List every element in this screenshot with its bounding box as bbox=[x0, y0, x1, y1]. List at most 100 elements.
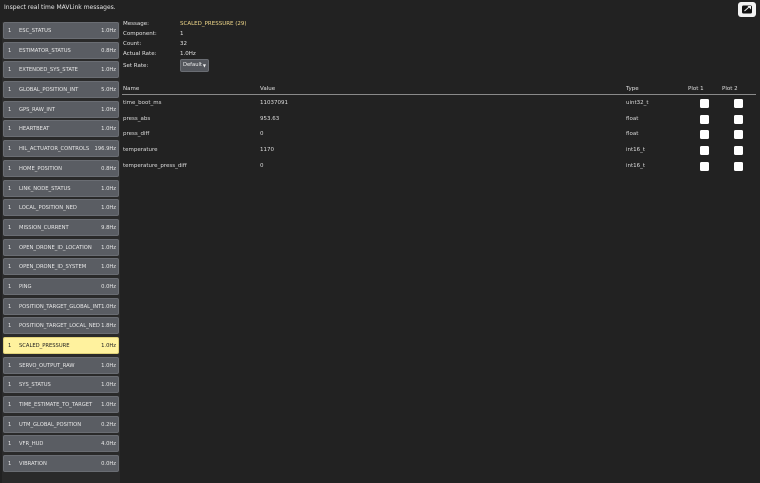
field-name: press_abs bbox=[123, 115, 151, 122]
field-type: uint32_t bbox=[626, 100, 649, 106]
plot2-checkbox[interactable] bbox=[734, 161, 743, 171]
message-name: POSITION_TARGET_GLOBAL_INT bbox=[19, 303, 102, 310]
table-header-divider bbox=[122, 94, 756, 95]
message-name: HIL_ACTUATOR_CONTROLS bbox=[19, 146, 90, 153]
component-label: Component: bbox=[123, 31, 157, 37]
plot1-checkbox[interactable] bbox=[700, 146, 709, 156]
field-value: 0 bbox=[260, 162, 264, 169]
message-name: VFR_HUD bbox=[19, 441, 44, 448]
message-button[interactable]: 1 LINK_NODE_STATUS 1.0Hz bbox=[3, 179, 119, 197]
message-value: SCALED_PRESSURE (29) bbox=[180, 21, 247, 27]
plot2-checkbox[interactable] bbox=[734, 99, 743, 108]
message-component-id: 1 bbox=[8, 67, 12, 74]
column-header-plot1: Plot 1 bbox=[688, 86, 704, 92]
message-rate: 1.0Hz bbox=[101, 244, 116, 251]
message-name: OPEN_DRONE_ID_LOCATION bbox=[19, 244, 92, 251]
message-component-id: 1 bbox=[8, 303, 12, 310]
message-component-id: 1 bbox=[8, 185, 12, 192]
column-header-name: Name bbox=[123, 86, 140, 92]
message-component-id: 1 bbox=[8, 382, 12, 389]
message-name: EXTENDED_SYS_STATE bbox=[19, 67, 78, 74]
message-rate: 196.9Hz bbox=[94, 146, 116, 153]
message-button[interactable]: 1 LOCAL_POSITION_NED 1.0Hz bbox=[3, 199, 119, 217]
message-rate: 1.0Hz bbox=[101, 362, 116, 369]
message-button[interactable]: 1 OPEN_DRONE_ID_LOCATION 1.0Hz bbox=[3, 238, 119, 256]
message-button[interactable]: 1 TIME_ESTIMATE_TO_TARGET 1.0Hz bbox=[3, 396, 119, 414]
message-name: TIME_ESTIMATE_TO_TARGET bbox=[19, 402, 93, 409]
message-component-id: 1 bbox=[8, 224, 12, 231]
plot1-checkbox[interactable] bbox=[700, 114, 709, 124]
message-name: OPEN_DRONE_ID_SYSTEM bbox=[19, 264, 87, 271]
message-rate: 1.0Hz bbox=[101, 106, 116, 113]
field-value: 11037091 bbox=[260, 100, 288, 106]
message-button[interactable]: 1 ESTIMATOR_STATUS 0.8Hz bbox=[3, 41, 119, 59]
message-rate: 0.2Hz bbox=[101, 421, 116, 428]
plot2-checkbox[interactable] bbox=[734, 114, 743, 124]
message-component-id: 1 bbox=[8, 264, 12, 271]
message-component-id: 1 bbox=[8, 343, 12, 349]
message-button[interactable]: 1 SCALED_PRESSURE 1.0Hz bbox=[3, 337, 119, 354]
plot1-checkbox[interactable] bbox=[700, 130, 709, 140]
message-button[interactable]: 1 HIL_ACTUATOR_CONTROLS 196.9Hz bbox=[3, 140, 119, 158]
message-button[interactable]: 1 HEARTBEAT 1.0Hz bbox=[3, 120, 119, 138]
table-row: temperature 1170 int16_t bbox=[122, 144, 756, 158]
set-rate-dropdown[interactable]: Default ▼ bbox=[180, 59, 209, 72]
message-rate: 0.8Hz bbox=[101, 165, 116, 172]
message-button[interactable]: 1 POSITION_TARGET_GLOBAL_INT 1.0Hz bbox=[3, 297, 119, 315]
component-value: 1 bbox=[180, 31, 184, 37]
message-button[interactable]: 1 SERVO_OUTPUT_RAW 1.0Hz bbox=[3, 356, 119, 374]
message-label: Message: bbox=[123, 21, 149, 27]
detach-button[interactable] bbox=[738, 2, 756, 17]
message-component-id: 1 bbox=[8, 87, 12, 94]
message-button[interactable]: 1 EXTENDED_SYS_STATE 1.0Hz bbox=[3, 61, 119, 79]
message-button[interactable]: 1 SYS_STATUS 1.0Hz bbox=[3, 376, 119, 394]
message-name: VIBRATION bbox=[19, 461, 47, 468]
message-component-id: 1 bbox=[8, 106, 12, 113]
message-rate: 0.0Hz bbox=[101, 461, 116, 468]
message-button[interactable]: 1 ESC_STATUS 1.0Hz bbox=[3, 22, 119, 39]
field-value: 0 bbox=[260, 131, 264, 138]
field-type: float bbox=[626, 115, 639, 122]
message-name: POSITION_TARGET_LOCAL_NED bbox=[19, 323, 100, 330]
plot1-checkbox[interactable] bbox=[700, 161, 709, 171]
message-name: GLOBAL_POSITION_INT bbox=[19, 87, 79, 94]
chevron-down-icon: ▼ bbox=[202, 63, 206, 68]
message-button[interactable]: 1 MISSION_CURRENT 9.8Hz bbox=[3, 218, 119, 236]
field-name: temperature bbox=[123, 147, 158, 154]
message-component-id: 1 bbox=[8, 362, 12, 369]
message-name: UTM_GLOBAL_POSITION bbox=[19, 421, 82, 428]
message-list[interactable]: 1 ESC_STATUS 1.0Hz 1 ESTIMATOR_STATUS 0.8Hz 1 E… bbox=[2, 22, 120, 483]
message-rate: 0.8Hz bbox=[101, 47, 116, 54]
message-rate: 1.0Hz bbox=[101, 185, 116, 192]
message-button[interactable]: 1 GPS_RAW_INT 1.0Hz bbox=[3, 100, 119, 118]
field-name: temperature_press_diff bbox=[123, 162, 187, 169]
message-component-id: 1 bbox=[8, 126, 12, 133]
plot2-checkbox[interactable] bbox=[734, 146, 743, 156]
message-button[interactable]: 1 UTM_GLOBAL_POSITION 0.2Hz bbox=[3, 415, 119, 433]
message-component-id: 1 bbox=[8, 205, 12, 212]
message-button[interactable]: 1 VFR_HUD 4.0Hz bbox=[3, 435, 119, 453]
message-button[interactable]: 1 POSITION_TARGET_LOCAL_NED 1.8Hz bbox=[3, 317, 119, 335]
message-name: SCALED_PRESSURE bbox=[19, 343, 70, 349]
set-rate-label: Set Rate: bbox=[123, 63, 149, 69]
column-header-type: Type bbox=[626, 86, 639, 92]
message-name: ESTIMATOR_STATUS bbox=[19, 47, 71, 54]
plot2-checkbox[interactable] bbox=[734, 130, 743, 140]
message-button[interactable]: 1 OPEN_DRONE_ID_SYSTEM 1.0Hz bbox=[3, 258, 119, 276]
message-button[interactable]: 1 VIBRATION 0.0Hz bbox=[3, 455, 119, 473]
message-button[interactable]: 1 HOME_POSITION 0.8Hz bbox=[3, 159, 119, 177]
message-button[interactable]: 1 GLOBAL_POSITION_INT 5.0Hz bbox=[3, 81, 119, 99]
message-component-id: 1 bbox=[8, 441, 12, 448]
message-component-id: 1 bbox=[8, 421, 12, 428]
message-name: PING bbox=[19, 283, 32, 290]
field-type: float bbox=[626, 131, 639, 138]
plot1-checkbox[interactable] bbox=[700, 99, 709, 108]
message-rate: 1.0Hz bbox=[101, 303, 116, 310]
message-button[interactable]: 1 PING 0.0Hz bbox=[3, 277, 119, 295]
table-row: press_diff 0 float bbox=[122, 128, 756, 142]
message-component-id: 1 bbox=[8, 402, 12, 409]
message-rate: 4.0Hz bbox=[101, 441, 116, 448]
field-value: 953.63 bbox=[260, 115, 280, 122]
detach-icon bbox=[742, 5, 752, 14]
message-component-id: 1 bbox=[8, 165, 12, 172]
